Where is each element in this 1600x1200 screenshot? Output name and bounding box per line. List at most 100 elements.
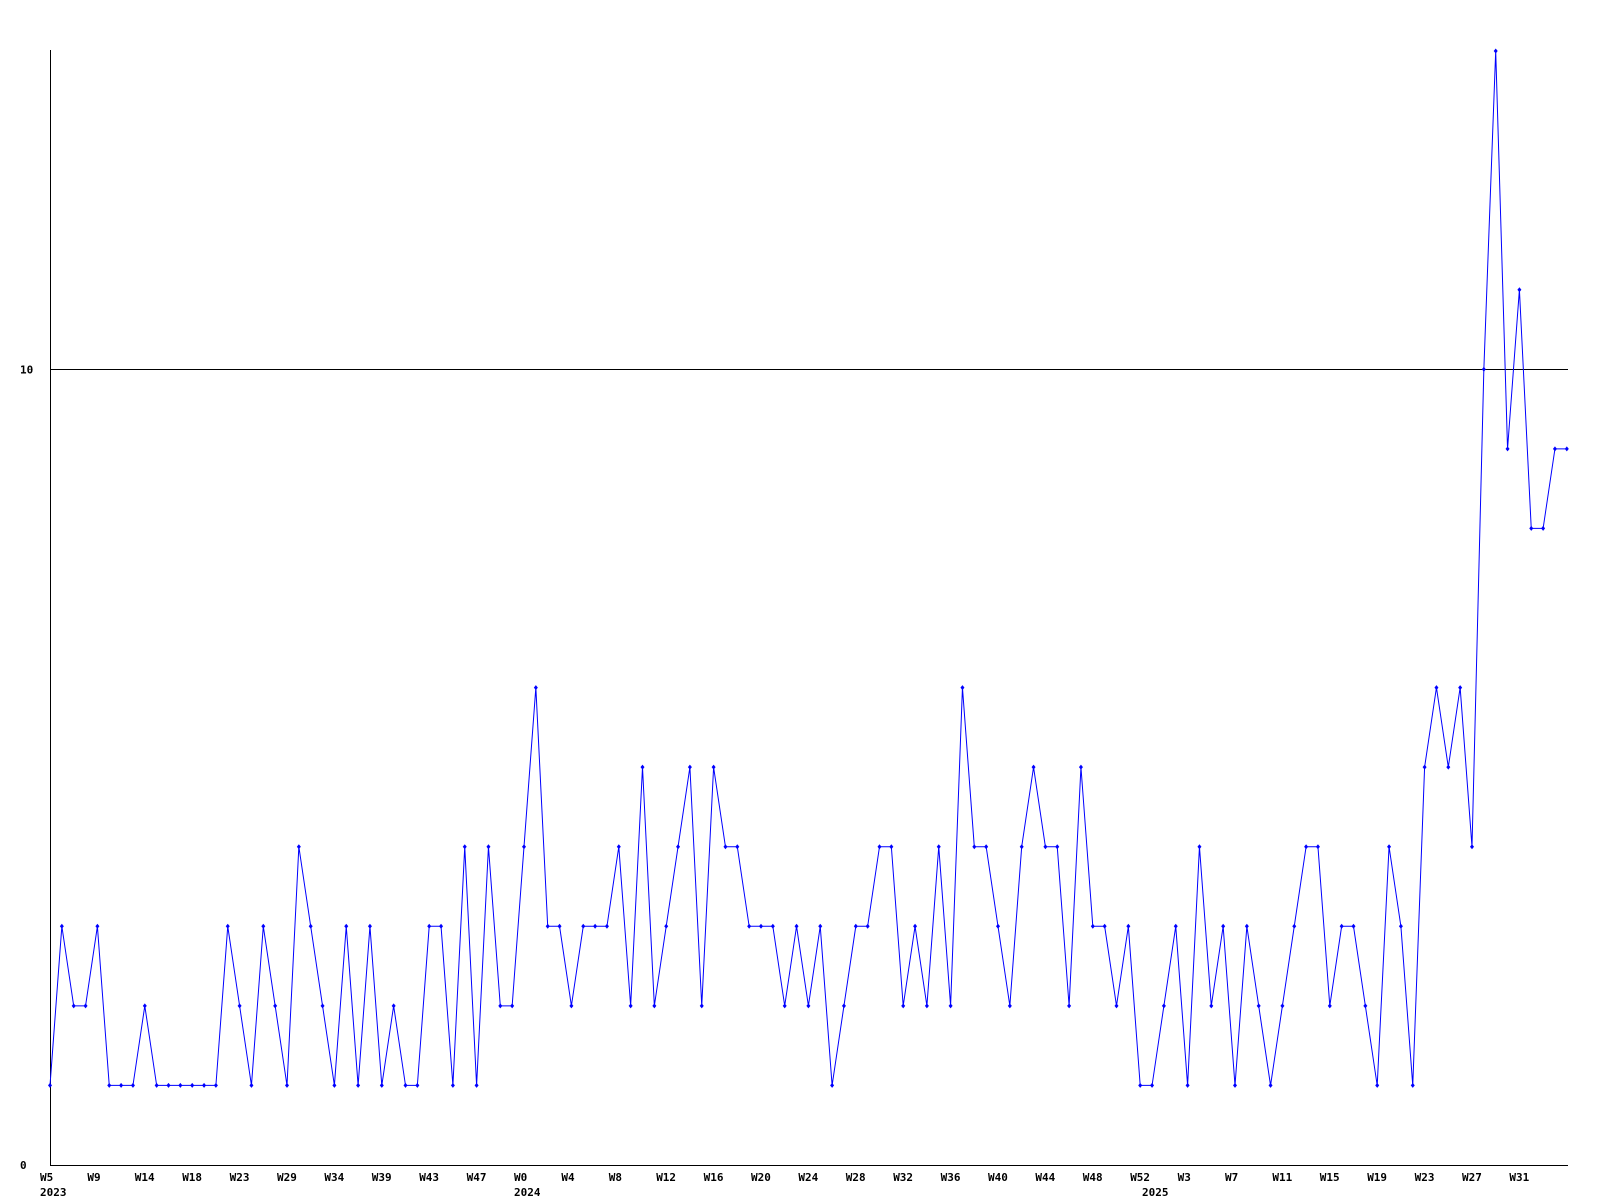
data-point [1280, 1003, 1285, 1009]
x-tick-label: W32 [893, 1171, 913, 1184]
data-point [1185, 1082, 1190, 1088]
data-point [1268, 1082, 1273, 1088]
data-point [1209, 1003, 1214, 1009]
x-tick-label: W11 [1272, 1171, 1292, 1184]
data-point [166, 1082, 171, 1088]
data-point [616, 844, 621, 850]
data-point [853, 923, 858, 929]
data-point [403, 1082, 408, 1088]
y-tick-label: 10 [20, 363, 33, 376]
data-point [1078, 764, 1083, 770]
data-point [1470, 844, 1474, 850]
data-point [178, 1082, 183, 1088]
data-point [450, 1082, 455, 1088]
x-tick-label: W27 [1462, 1171, 1482, 1184]
x-tick-label: W29 [277, 1171, 297, 1184]
data-point [687, 764, 692, 770]
data-point [1517, 287, 1522, 293]
data-point [984, 844, 989, 850]
data-point [676, 844, 681, 850]
data-point [889, 844, 894, 850]
data-point [130, 1082, 135, 1088]
x-tick-label: W34 [324, 1171, 344, 1184]
data-point [95, 923, 100, 929]
data-point [1055, 844, 1060, 850]
x-tick-label: W40 [988, 1171, 1008, 1184]
data-point [379, 1082, 384, 1088]
data-point [1315, 844, 1320, 850]
data-point [877, 844, 882, 850]
x-year-label: 2025 [1142, 1186, 1169, 1199]
data-point [202, 1082, 207, 1088]
data-point [285, 1082, 289, 1088]
data-point [545, 923, 550, 929]
x-tick-label: W43 [419, 1171, 439, 1184]
data-point [1541, 525, 1546, 531]
data-point [1150, 1082, 1155, 1088]
x-tick-label: W15 [1320, 1171, 1340, 1184]
data-point [190, 1082, 195, 1088]
chart-container: 0 10 W5 W9 W14 W18 W23 W29 W34 W39 W43 W47 W0 W4 W8 W12… [0, 0, 1600, 1200]
x-tick-label: W5 [40, 1171, 53, 1184]
x-tick-label: W7 [1225, 1171, 1238, 1184]
data-point [356, 1082, 361, 1088]
data-point [759, 923, 763, 929]
data-point [711, 764, 716, 770]
data-point [154, 1082, 159, 1088]
data-point [237, 1003, 242, 1009]
x-tick-label: W0 [514, 1171, 527, 1184]
data-point [533, 685, 538, 691]
data-point [1197, 844, 1202, 850]
data-point [48, 1082, 52, 1088]
x-tick-label: W18 [182, 1171, 202, 1184]
data-point [913, 923, 918, 929]
data-point [213, 1082, 218, 1088]
data-point [604, 923, 609, 929]
data-point [273, 1003, 278, 1009]
data-point [770, 923, 775, 929]
data-point [557, 923, 562, 929]
data-point [391, 1003, 396, 1009]
x-tick-label: W20 [751, 1171, 771, 1184]
data-point [1410, 1082, 1415, 1088]
data-point [1458, 685, 1463, 691]
data-point [522, 844, 526, 850]
data-point [960, 685, 965, 691]
data-point [841, 1003, 846, 1009]
data-point [1173, 923, 1178, 929]
data-point [439, 923, 444, 929]
data-point [1221, 923, 1226, 929]
data-point [1233, 1082, 1237, 1088]
data-point [652, 1003, 657, 1009]
x-tick-label: W3 [1178, 1171, 1191, 1184]
data-point [1126, 923, 1131, 929]
data-point [901, 1003, 906, 1009]
data-point [1138, 1082, 1143, 1088]
data-point [71, 1003, 76, 1009]
x-tick-label: W39 [372, 1171, 392, 1184]
data-point [972, 844, 977, 850]
data-point [486, 844, 491, 850]
data-point [1387, 844, 1392, 850]
data-point [628, 1003, 633, 1009]
x-tick-label: W8 [609, 1171, 622, 1184]
data-point [830, 1082, 835, 1088]
data-point [936, 844, 941, 850]
data-point [1446, 764, 1451, 770]
x-year-label: 2024 [514, 1186, 541, 1199]
data-point [119, 1082, 124, 1088]
data-point [699, 1003, 704, 1009]
x-tick-label: W36 [941, 1171, 961, 1184]
data-point [367, 923, 372, 929]
data-point [747, 923, 752, 929]
x-tick-label: W16 [704, 1171, 724, 1184]
data-point [806, 1003, 811, 1009]
x-tick-label: W12 [656, 1171, 676, 1184]
x-tick-label: W9 [87, 1171, 100, 1184]
data-point [1327, 1003, 1332, 1009]
data-point [1398, 923, 1403, 929]
data-point [1552, 446, 1557, 452]
data-point [296, 844, 301, 850]
data-point [723, 844, 728, 850]
data-point [1244, 923, 1249, 929]
